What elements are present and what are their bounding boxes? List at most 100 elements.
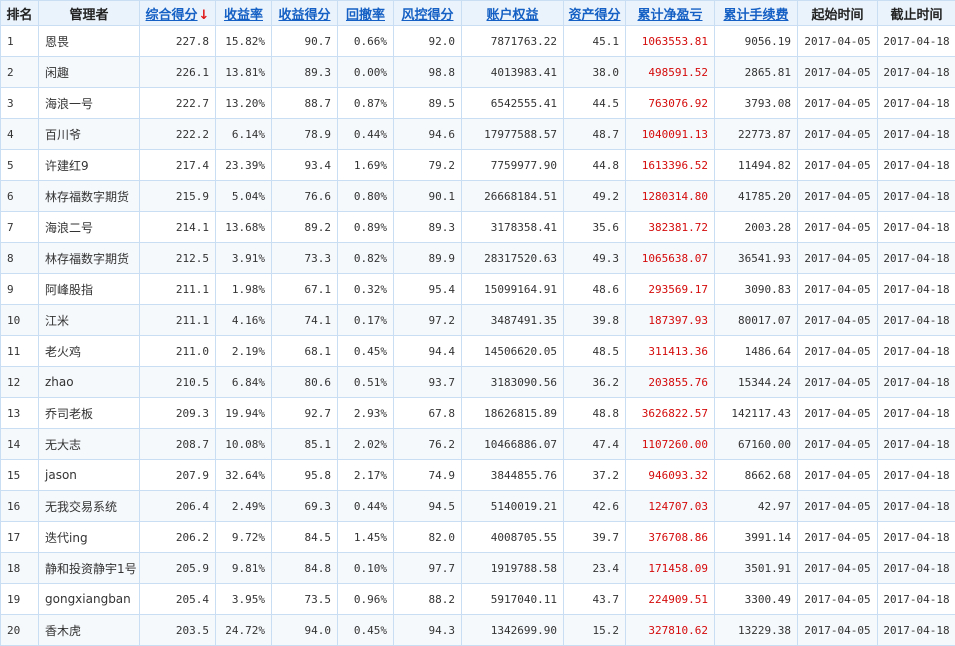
fees-cell: 2003.28 xyxy=(715,212,798,243)
risk-score-cell: 79.2 xyxy=(394,150,462,181)
asset-score-cell: 44.8 xyxy=(564,150,626,181)
risk-score-cell: 89.5 xyxy=(394,88,462,119)
risk-score-cell: 93.7 xyxy=(394,367,462,398)
sort-down-arrow-icon: ↓ xyxy=(199,8,210,23)
composite-score-cell: 226.1 xyxy=(140,57,216,88)
table-row: 9阿峰股指211.11.98%67.10.32%95.415099164.914… xyxy=(1,274,955,305)
return-score-cell: 89.3 xyxy=(272,57,338,88)
drawdown-cell: 0.82% xyxy=(338,243,394,274)
asset-score-cell: 36.2 xyxy=(564,367,626,398)
risk-score-cell: 67.8 xyxy=(394,398,462,429)
composite-score-cell: 217.4 xyxy=(140,150,216,181)
equity-cell: 5140019.21 xyxy=(462,491,564,522)
start-date-cell: 2017-04-05 xyxy=(798,460,878,491)
net-pnl-cell: 327810.62 xyxy=(626,615,715,646)
asset-score-cell: 48.5 xyxy=(564,336,626,367)
start-date-cell: 2017-04-05 xyxy=(798,243,878,274)
table-row: 17迭代ing206.29.72%84.51.45%82.04008705.55… xyxy=(1,522,955,553)
end-date-cell: 2017-04-18 xyxy=(878,615,955,646)
sort-return-rate[interactable]: 收益率 xyxy=(216,1,272,26)
composite-score-cell: 215.9 xyxy=(140,181,216,212)
equity-cell: 3487491.35 xyxy=(462,305,564,336)
composite-score-cell: 214.1 xyxy=(140,212,216,243)
end-date-cell: 2017-04-18 xyxy=(878,181,955,212)
start-date-cell: 2017-04-05 xyxy=(798,26,878,57)
asset-score-cell: 47.4 xyxy=(564,429,626,460)
drawdown-cell: 0.80% xyxy=(338,181,394,212)
sort-composite-score[interactable]: 综合得分↓ xyxy=(140,1,216,26)
fees-cell: 80017.07 xyxy=(715,305,798,336)
sort-return-score[interactable]: 收益得分 xyxy=(272,1,338,26)
manager-cell: 海浪一号 xyxy=(39,88,140,119)
net-pnl-cell: 382381.72 xyxy=(626,212,715,243)
drawdown-cell: 2.93% xyxy=(338,398,394,429)
sort-asset-score[interactable]: 资产得分 xyxy=(564,1,626,26)
rank-cell: 15 xyxy=(1,460,39,491)
risk-score-cell: 98.8 xyxy=(394,57,462,88)
fees-cell: 13229.38 xyxy=(715,615,798,646)
table-row: 11老火鸡211.02.19%68.10.45%94.414506620.054… xyxy=(1,336,955,367)
end-date-cell: 2017-04-18 xyxy=(878,336,955,367)
manager-cell: 闲趣 xyxy=(39,57,140,88)
composite-score-cell: 205.9 xyxy=(140,553,216,584)
equity-cell: 6542555.41 xyxy=(462,88,564,119)
drawdown-cell: 1.45% xyxy=(338,522,394,553)
net-pnl-cell: 498591.52 xyxy=(626,57,715,88)
composite-score-cell: 227.8 xyxy=(140,26,216,57)
table-row: 1恩畏227.815.82%90.70.66%92.07871763.2245.… xyxy=(1,26,955,57)
return-score-cell: 89.2 xyxy=(272,212,338,243)
rank-cell: 11 xyxy=(1,336,39,367)
drawdown-cell: 0.10% xyxy=(338,553,394,584)
return-score-cell: 84.8 xyxy=(272,553,338,584)
drawdown-cell: 1.69% xyxy=(338,150,394,181)
return-score-cell: 73.5 xyxy=(272,584,338,615)
drawdown-cell: 0.45% xyxy=(338,336,394,367)
sort-risk-score[interactable]: 风控得分 xyxy=(394,1,462,26)
drawdown-cell: 2.02% xyxy=(338,429,394,460)
sort-fees[interactable]: 累计手续费 xyxy=(715,1,798,26)
asset-score-cell: 44.5 xyxy=(564,88,626,119)
net-pnl-cell: 187397.93 xyxy=(626,305,715,336)
manager-cell: 百川爷 xyxy=(39,119,140,150)
end-date-cell: 2017-04-18 xyxy=(878,429,955,460)
return-rate-cell: 23.39% xyxy=(216,150,272,181)
rank-cell: 19 xyxy=(1,584,39,615)
manager-cell: zhao xyxy=(39,367,140,398)
return-rate-cell: 10.08% xyxy=(216,429,272,460)
sort-net-pnl[interactable]: 累计净盈亏 xyxy=(626,1,715,26)
manager-cell: 林存福数字期货 xyxy=(39,243,140,274)
rank-cell: 20 xyxy=(1,615,39,646)
equity-cell: 1342699.90 xyxy=(462,615,564,646)
return-score-cell: 68.1 xyxy=(272,336,338,367)
net-pnl-cell: 224909.51 xyxy=(626,584,715,615)
end-date-cell: 2017-04-18 xyxy=(878,584,955,615)
net-pnl-cell: 293569.17 xyxy=(626,274,715,305)
fees-cell: 41785.20 xyxy=(715,181,798,212)
header-row: 排名 管理者 综合得分↓ 收益率 收益得分 回撤率 风控得分 账户权益 资产得分… xyxy=(1,1,955,26)
start-date-cell: 2017-04-05 xyxy=(798,119,878,150)
asset-score-cell: 42.6 xyxy=(564,491,626,522)
risk-score-cell: 94.4 xyxy=(394,336,462,367)
return-rate-cell: 2.49% xyxy=(216,491,272,522)
rank-cell: 1 xyxy=(1,26,39,57)
sort-equity[interactable]: 账户权益 xyxy=(462,1,564,26)
composite-score-cell: 206.4 xyxy=(140,491,216,522)
rank-cell: 4 xyxy=(1,119,39,150)
asset-score-cell: 49.2 xyxy=(564,181,626,212)
equity-cell: 14506620.05 xyxy=(462,336,564,367)
fees-cell: 22773.87 xyxy=(715,119,798,150)
start-date-cell: 2017-04-05 xyxy=(798,181,878,212)
risk-score-cell: 95.4 xyxy=(394,274,462,305)
sort-drawdown[interactable]: 回撤率 xyxy=(338,1,394,26)
composite-score-cell: 208.7 xyxy=(140,429,216,460)
manager-cell: 江米 xyxy=(39,305,140,336)
composite-score-cell: 222.2 xyxy=(140,119,216,150)
risk-score-cell: 89.3 xyxy=(394,212,462,243)
start-date-cell: 2017-04-05 xyxy=(798,150,878,181)
composite-score-cell: 206.2 xyxy=(140,522,216,553)
table-row: 2闲趣226.113.81%89.30.00%98.84013983.4138.… xyxy=(1,57,955,88)
asset-score-cell: 35.6 xyxy=(564,212,626,243)
start-date-cell: 2017-04-05 xyxy=(798,491,878,522)
asset-score-cell: 45.1 xyxy=(564,26,626,57)
risk-score-cell: 82.0 xyxy=(394,522,462,553)
